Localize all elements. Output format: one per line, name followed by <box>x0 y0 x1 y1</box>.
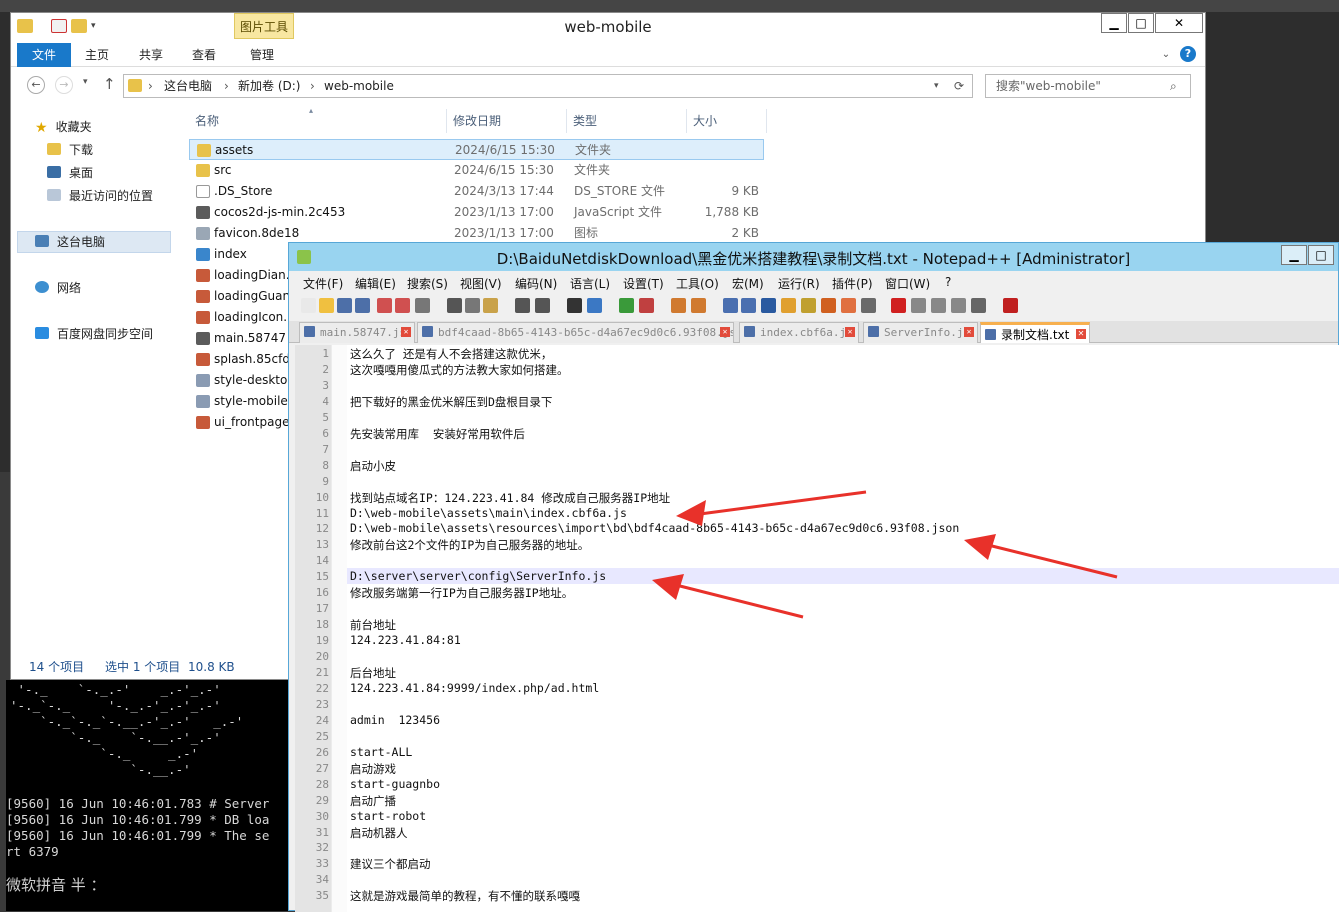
red-arrow-icon <box>964 534 1118 579</box>
annotation-arrows <box>652 490 1118 619</box>
red-arrow-icon <box>652 574 804 619</box>
red-arrow-icon <box>676 490 867 526</box>
